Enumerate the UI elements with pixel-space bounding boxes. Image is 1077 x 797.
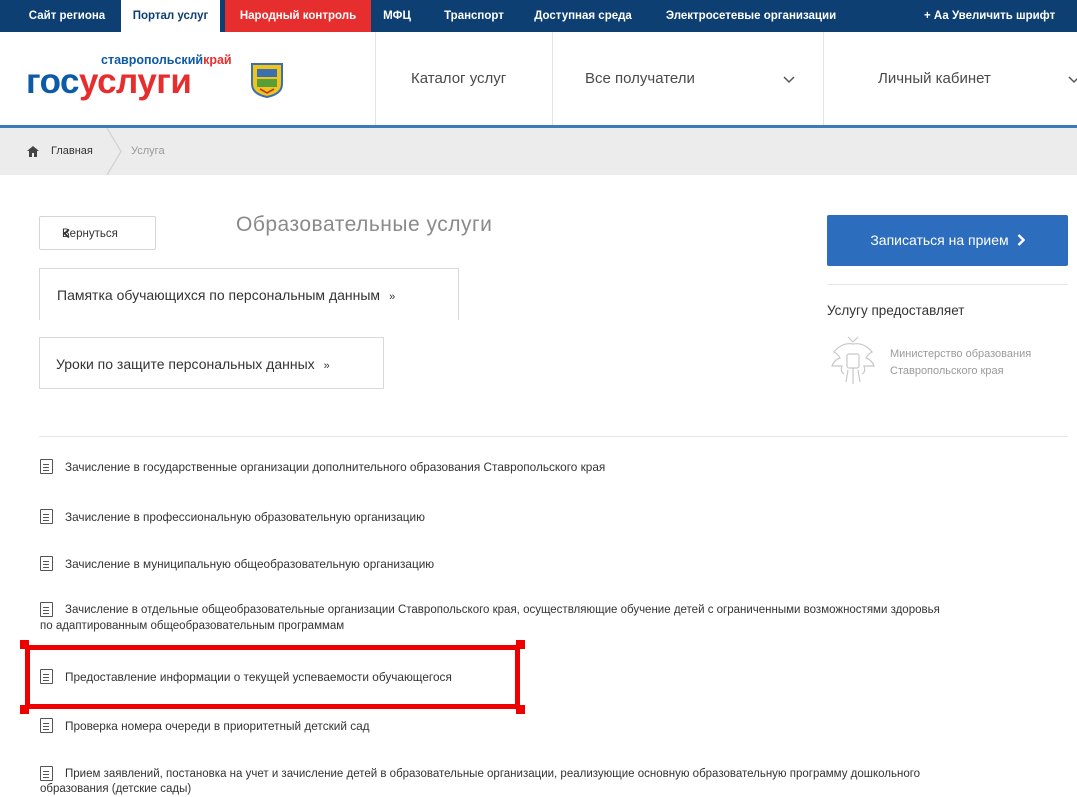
nav-recipients[interactable]: Все получатели <box>585 32 695 125</box>
service-title-continued: по адаптированным общеобразовательным пр… <box>40 620 345 632</box>
nav-divider <box>823 32 824 125</box>
sidebar-divider <box>827 284 1068 285</box>
double-chevron-icon: » <box>323 360 330 372</box>
chevron-left-icon <box>63 229 70 238</box>
nav-divider <box>552 32 553 125</box>
service-title: Зачисление в профессиональную образовате… <box>65 510 425 524</box>
lessons-personal-data-label: Уроки по защите персональных данных <box>56 356 315 372</box>
nav-divider <box>375 32 376 125</box>
logo-region-accent: край <box>203 53 232 67</box>
highlight-box <box>25 645 520 709</box>
page-title: Образовательные услуги <box>236 213 493 236</box>
back-button-label: Вернуться <box>62 228 118 240</box>
double-chevron-icon: » <box>389 291 396 303</box>
content-divider <box>39 436 1068 437</box>
service-title: Прием заявлений, постановка на учет и за… <box>65 768 921 780</box>
logo-word-right: услуги <box>79 62 192 101</box>
breadcrumb-home[interactable]: Главная <box>51 128 93 175</box>
ministry-name-line2: Ставропольского края <box>890 365 1004 377</box>
highlight-corner <box>20 705 29 714</box>
document-icon <box>40 766 53 781</box>
home-icon[interactable] <box>27 146 39 157</box>
ministry-name-line1: Министерство образования <box>890 348 1032 360</box>
provider-label: Услугу предоставляет <box>827 303 965 318</box>
tab-services-portal[interactable]: Портал услуг <box>121 0 220 32</box>
make-appointment-label: Записаться на прием <box>870 232 1009 248</box>
highlight-corner <box>516 640 525 649</box>
service-title: Зачисление в отдельные общеобразовательн… <box>65 604 940 616</box>
service-link[interactable]: Зачисление в отдельные общеобразовательн… <box>40 602 1070 636</box>
chevron-right-icon <box>1017 234 1025 247</box>
memo-personal-data-link[interactable]: Памятка обучающихся по персональным данн… <box>39 268 459 320</box>
service-title-continued: образования (детские сады) <box>40 783 192 795</box>
document-icon <box>40 459 53 474</box>
logo-word-left: гос <box>26 62 80 101</box>
nav-catalog[interactable]: Каталог услуг <box>411 32 506 125</box>
back-button[interactable]: Вернуться <box>39 216 156 250</box>
chevron-down-icon[interactable] <box>783 76 795 84</box>
font-size-toggle[interactable]: + Аа Увеличить шрифт <box>924 0 1077 32</box>
breadcrumb-current: Услуга <box>131 145 165 157</box>
tab-mfc[interactable]: МФЦ <box>377 0 417 32</box>
highlight-corner <box>20 640 29 649</box>
make-appointment-button[interactable]: Записаться на прием <box>827 215 1068 266</box>
document-icon <box>40 602 53 617</box>
coat-of-arms-icon <box>251 63 283 98</box>
breadcrumb-separator <box>106 128 122 175</box>
eagle-emblem-icon <box>831 336 875 384</box>
chevron-down-icon[interactable] <box>1068 76 1077 84</box>
service-title: Проверка номера очереди в приоритетный д… <box>65 719 370 733</box>
service-title: Зачисление в муниципальную общеобразоват… <box>65 557 435 571</box>
memo-personal-data-label: Памятка обучающихся по персональным данн… <box>57 287 381 303</box>
tab-public-control[interactable]: Народный контроль <box>225 0 371 32</box>
nav-personal-cabinet[interactable]: Личный кабинет <box>878 32 991 125</box>
site-logo[interactable]: ставропольскийкрай госуслуги <box>26 48 288 108</box>
ministry-link[interactable]: Министерство образования Ставропольского… <box>890 346 1031 380</box>
document-icon <box>40 556 53 571</box>
tab-region-site[interactable]: Сайт региона <box>22 0 112 32</box>
lessons-personal-data-link[interactable]: Уроки по защите персональных данных » <box>39 337 384 389</box>
tab-transport[interactable]: Транспорт <box>434 0 514 32</box>
highlight-corner <box>516 705 525 714</box>
document-icon <box>40 509 53 524</box>
service-link[interactable]: Прием заявлений, постановка на учет и за… <box>40 766 1070 796</box>
document-icon <box>40 718 53 733</box>
tab-accessible-env[interactable]: Доступная среда <box>528 0 638 32</box>
tab-grid-orgs[interactable]: Электросетевые организации <box>656 0 846 32</box>
service-title: Зачисление в государственные организации… <box>65 460 606 474</box>
